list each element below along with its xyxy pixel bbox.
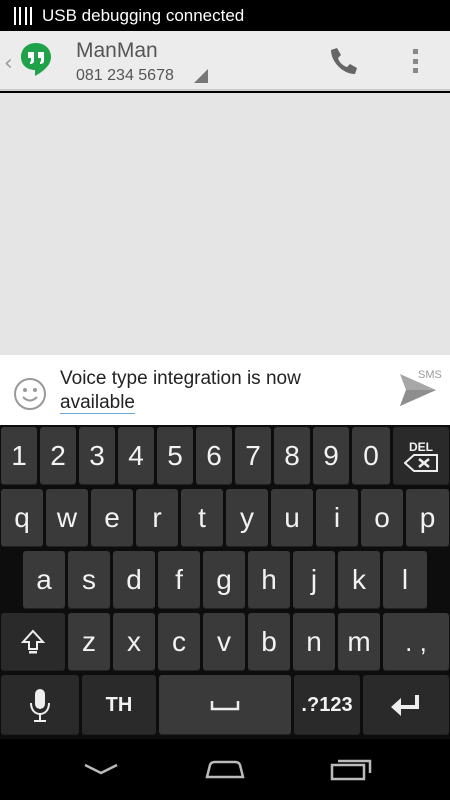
key-w[interactable]: w [46,489,88,547]
recents-button[interactable] [326,753,376,785]
key-m[interactable]: m [338,613,380,671]
key-0[interactable]: 0 [352,427,390,485]
key-t[interactable]: t [181,489,223,547]
status-notification-text: USB debugging connected [42,5,245,25]
key-f[interactable]: f [158,551,200,609]
key-o[interactable]: o [361,489,403,547]
key-a[interactable]: a [23,551,65,609]
key-b[interactable]: b [248,613,290,671]
key-y[interactable]: y [226,489,268,547]
contact-number[interactable]: 081 234 5678 [76,67,174,85]
back-icon [84,763,118,775]
key-d[interactable]: d [113,551,155,609]
symbols-key[interactable]: .?123 [294,675,360,735]
key-e[interactable]: e [91,489,133,547]
key-5[interactable]: 5 [157,427,193,485]
key-u[interactable]: u [271,489,313,547]
conversation-header: ‹ ManMan 081 234 5678 [0,31,450,91]
key-j[interactable]: j [293,551,335,609]
key-h[interactable]: h [248,551,290,609]
key-8[interactable]: 8 [274,427,310,485]
key-v[interactable]: v [203,613,245,671]
key-l[interactable]: l [383,551,427,609]
home-icon [205,760,245,779]
voice-input-key[interactable] [1,675,79,735]
overflow-menu-icon[interactable] [406,45,424,77]
status-bar: USB debugging connected [0,0,450,31]
space-key[interactable] [159,675,291,735]
key-g[interactable]: g [203,551,245,609]
message-line-2: available [60,392,135,414]
message-input[interactable]: Voice type integration is now available [60,367,360,415]
key-r[interactable]: r [136,489,178,547]
shift-key[interactable] [1,613,65,671]
language-key[interactable]: TH [82,675,156,735]
key-6[interactable]: 6 [196,427,232,485]
back-button[interactable] [76,753,126,785]
send-icon[interactable] [398,372,438,408]
recents-icon [330,759,372,781]
key-p[interactable]: p [406,489,449,547]
key-punctuation[interactable]: . , [383,613,449,671]
key-k[interactable]: k [338,551,380,609]
emoji-icon[interactable] [13,377,47,411]
dropdown-triangle-icon[interactable] [194,69,208,83]
key-z[interactable]: z [68,613,110,671]
hangouts-logo-icon[interactable] [18,41,54,77]
system-navigation-bar [0,739,450,800]
key-i[interactable]: i [316,489,358,547]
usb-debugging-icon [14,6,32,25]
key-3[interactable]: 3 [79,427,115,485]
space-icon [210,701,240,711]
compose-bar: Voice type integration is now available … [0,355,450,425]
key-s[interactable]: s [68,551,110,609]
key-q[interactable]: q [1,489,43,547]
message-line-1: Voice type integration is now [60,368,301,389]
key-7[interactable]: 7 [235,427,271,485]
back-chevron-icon[interactable]: ‹ [4,51,13,76]
key-x[interactable]: x [113,613,155,671]
delete-key[interactable]: DEL [393,427,449,485]
contact-name[interactable]: ManMan [76,39,158,63]
phone-icon[interactable] [328,45,360,77]
key-2[interactable]: 2 [40,427,76,485]
key-4[interactable]: 4 [118,427,154,485]
microphone-icon [30,689,50,722]
home-button[interactable] [200,753,250,785]
enter-icon [391,695,419,716]
key-c[interactable]: c [158,613,200,671]
message-list[interactable] [0,93,450,355]
key-9[interactable]: 9 [313,427,349,485]
delete-label: DEL [409,440,433,454]
enter-key[interactable] [363,675,449,735]
delete-icon [404,454,438,472]
key-n[interactable]: n [293,613,335,671]
key-1[interactable]: 1 [1,427,37,485]
soft-keyboard: 1 2 3 4 5 6 7 8 9 0 DEL q w e r t y u i … [0,425,450,739]
shift-icon [21,629,45,654]
